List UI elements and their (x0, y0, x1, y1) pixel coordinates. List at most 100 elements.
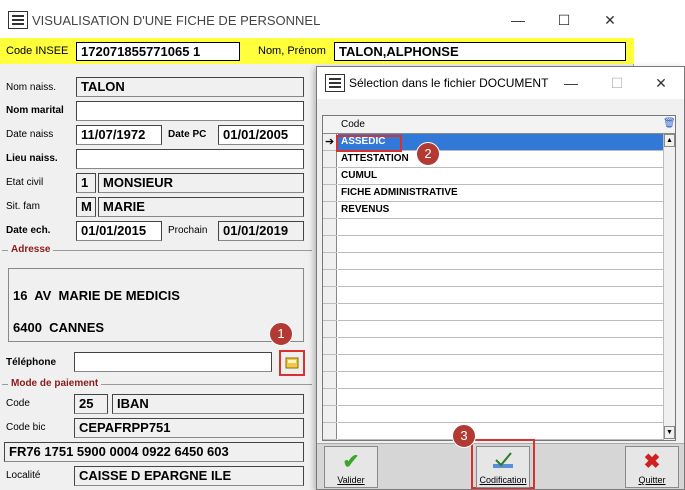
close-button[interactable]: ✕ (590, 6, 630, 34)
empty-table-row[interactable] (338, 253, 663, 270)
sit-fam-label: Sit. fam (6, 201, 40, 212)
codification-label: Codification (479, 475, 527, 485)
dialog-maximize-button[interactable]: ☐ (597, 69, 637, 97)
row-indicator-cell[interactable] (323, 321, 337, 338)
empty-table-row[interactable] (338, 406, 663, 423)
code-field[interactable]: 25 (74, 394, 108, 414)
table-row[interactable]: FICHE ADMINISTRATIVE (338, 185, 663, 202)
code-insee-field[interactable]: 172071855771065 1 (76, 42, 240, 61)
row-indicator-cell[interactable] (323, 236, 337, 253)
row-indicator-cell[interactable] (323, 423, 337, 440)
codification-button[interactable]: Codification (476, 446, 530, 488)
empty-table-row[interactable] (338, 236, 663, 253)
date-pc-field[interactable]: 01/01/2005 (218, 125, 304, 145)
lieu-naiss-field[interactable] (76, 149, 304, 169)
minimize-button[interactable]: — (498, 6, 538, 34)
row-indicator-cell[interactable] (323, 168, 337, 185)
checkmark-icon: ✔ (342, 451, 360, 473)
grid-header: Code 🗑 (323, 116, 676, 134)
row-indicator-cell[interactable] (323, 355, 337, 372)
date-ech-field[interactable]: 01/01/2015 (76, 221, 162, 241)
phone-book-icon (285, 357, 299, 369)
document-grid[interactable]: Code 🗑 ASSEDIC ATTESTATION CUMUL FICHE ADMI… (322, 115, 676, 441)
empty-table-row[interactable] (338, 389, 663, 406)
step-badge-3: 3 (452, 424, 476, 448)
valider-button[interactable]: ✔ Valider (324, 446, 378, 488)
localite-field[interactable]: CAISSE D EPARGNE ILE (74, 466, 304, 486)
step-badge-1: 1 (269, 322, 293, 346)
row-indicator-cell[interactable] (323, 372, 337, 389)
telephone-label: Téléphone (6, 357, 57, 368)
empty-table-row[interactable] (338, 287, 663, 304)
dialog-close-button[interactable]: ✕ (641, 69, 681, 97)
empty-table-row[interactable] (338, 355, 663, 372)
app-icon (8, 11, 28, 29)
etat-civil-code-field[interactable]: 1 (76, 173, 96, 193)
date-ech-label: Date ech. (6, 225, 51, 236)
table-row[interactable]: CUMUL (338, 168, 663, 185)
row-indicator-cell[interactable] (323, 185, 337, 202)
trash-icon[interactable]: 🗑 (663, 118, 676, 129)
dialog-minimize-button[interactable]: — (551, 69, 591, 97)
row-indicator-cell[interactable] (323, 253, 337, 270)
code-label: Code (6, 398, 30, 409)
code-name-field[interactable]: IBAN (112, 394, 304, 414)
nom-marital-field[interactable] (76, 101, 304, 121)
code-insee-label: Code INSEE (6, 45, 69, 57)
empty-table-row[interactable] (338, 338, 663, 355)
vertical-scrollbar[interactable]: ▲ ▼ (663, 134, 675, 440)
column-header-code[interactable]: Code (341, 119, 365, 130)
empty-table-row[interactable] (338, 321, 663, 338)
adresse-line-2: 6400 CANNES (13, 320, 105, 335)
valider-label: Valider (337, 475, 365, 485)
table-row[interactable]: ATTESTATION (338, 151, 663, 168)
sit-fam-code-field[interactable]: M (76, 197, 96, 217)
table-row[interactable]: REVENUS (338, 202, 663, 219)
date-naiss-label: Date naiss (6, 129, 54, 140)
prochain-label: Prochain (168, 225, 208, 236)
paiement-section-title: Mode de paiement (8, 378, 102, 389)
row-indicator-cell[interactable] (323, 304, 337, 321)
row-indicator-cell[interactable] (323, 287, 337, 304)
empty-table-row[interactable] (338, 270, 663, 287)
telephone-lookup-button[interactable] (279, 350, 305, 376)
date-naiss-field[interactable]: 11/07/1972 (76, 125, 162, 145)
scroll-down-button[interactable]: ▼ (664, 426, 675, 439)
code-bic-field[interactable]: CEPAFRPP751 (74, 418, 304, 438)
row-indicator-cell[interactable] (323, 219, 337, 236)
row-indicator-cell[interactable] (323, 270, 337, 287)
empty-table-row[interactable] (338, 423, 663, 440)
etat-civil-label: Etat civil (6, 177, 44, 188)
dialog-titlebar: Sélection dans le fichier DOCUMENT — ☐ ✕ (317, 67, 684, 99)
nom-prenom-label: Nom, Prénom (258, 45, 326, 57)
current-row-marker: ➔ (325, 136, 335, 148)
sit-fam-field[interactable]: MARIE (98, 197, 304, 217)
row-indicator-cell[interactable] (323, 202, 337, 219)
prochain-field[interactable]: 01/01/2019 (218, 221, 304, 241)
main-window-title: VISUALISATION D'UNE FICHE DE PERSONNEL (32, 13, 321, 28)
adresse-box: 16 AV MARIE DE MEDICIS 6400 CANNES (8, 268, 304, 342)
row-indicator-cell[interactable] (323, 389, 337, 406)
telephone-field[interactable] (74, 352, 272, 372)
adresse-line-1: 16 AV MARIE DE MEDICIS (13, 288, 180, 303)
identity-bar: Code INSEE 172071855771065 1 Nom, Prénom… (0, 38, 634, 64)
date-pc-label: Date PC (168, 129, 207, 140)
empty-table-row[interactable] (338, 219, 663, 236)
row-indicator-cell[interactable] (323, 406, 337, 423)
red-x-icon: ✖ (643, 451, 661, 473)
nom-naiss-label: Nom naiss. (6, 82, 57, 93)
document-selection-dialog: Sélection dans le fichier DOCUMENT — ☐ ✕… (316, 66, 685, 490)
empty-table-row[interactable] (338, 372, 663, 389)
empty-table-row[interactable] (338, 304, 663, 321)
maximize-button[interactable]: ☐ (544, 6, 584, 34)
quitter-button[interactable]: ✖ Quitter (625, 446, 679, 488)
nom-prenom-field[interactable]: TALON,ALPHONSE (334, 42, 626, 61)
scroll-up-button[interactable]: ▲ (664, 134, 675, 147)
adresse-section-title: Adresse (8, 244, 54, 255)
row-indicator-cell[interactable] (323, 338, 337, 355)
etat-civil-field[interactable]: MONSIEUR (98, 173, 304, 193)
row-indicator-cell[interactable] (323, 151, 337, 168)
iban-field[interactable]: FR76 1751 5900 0004 0922 6450 603 (4, 442, 304, 462)
nom-naiss-field[interactable]: TALON (76, 77, 304, 97)
assedic-highlight (336, 135, 402, 152)
